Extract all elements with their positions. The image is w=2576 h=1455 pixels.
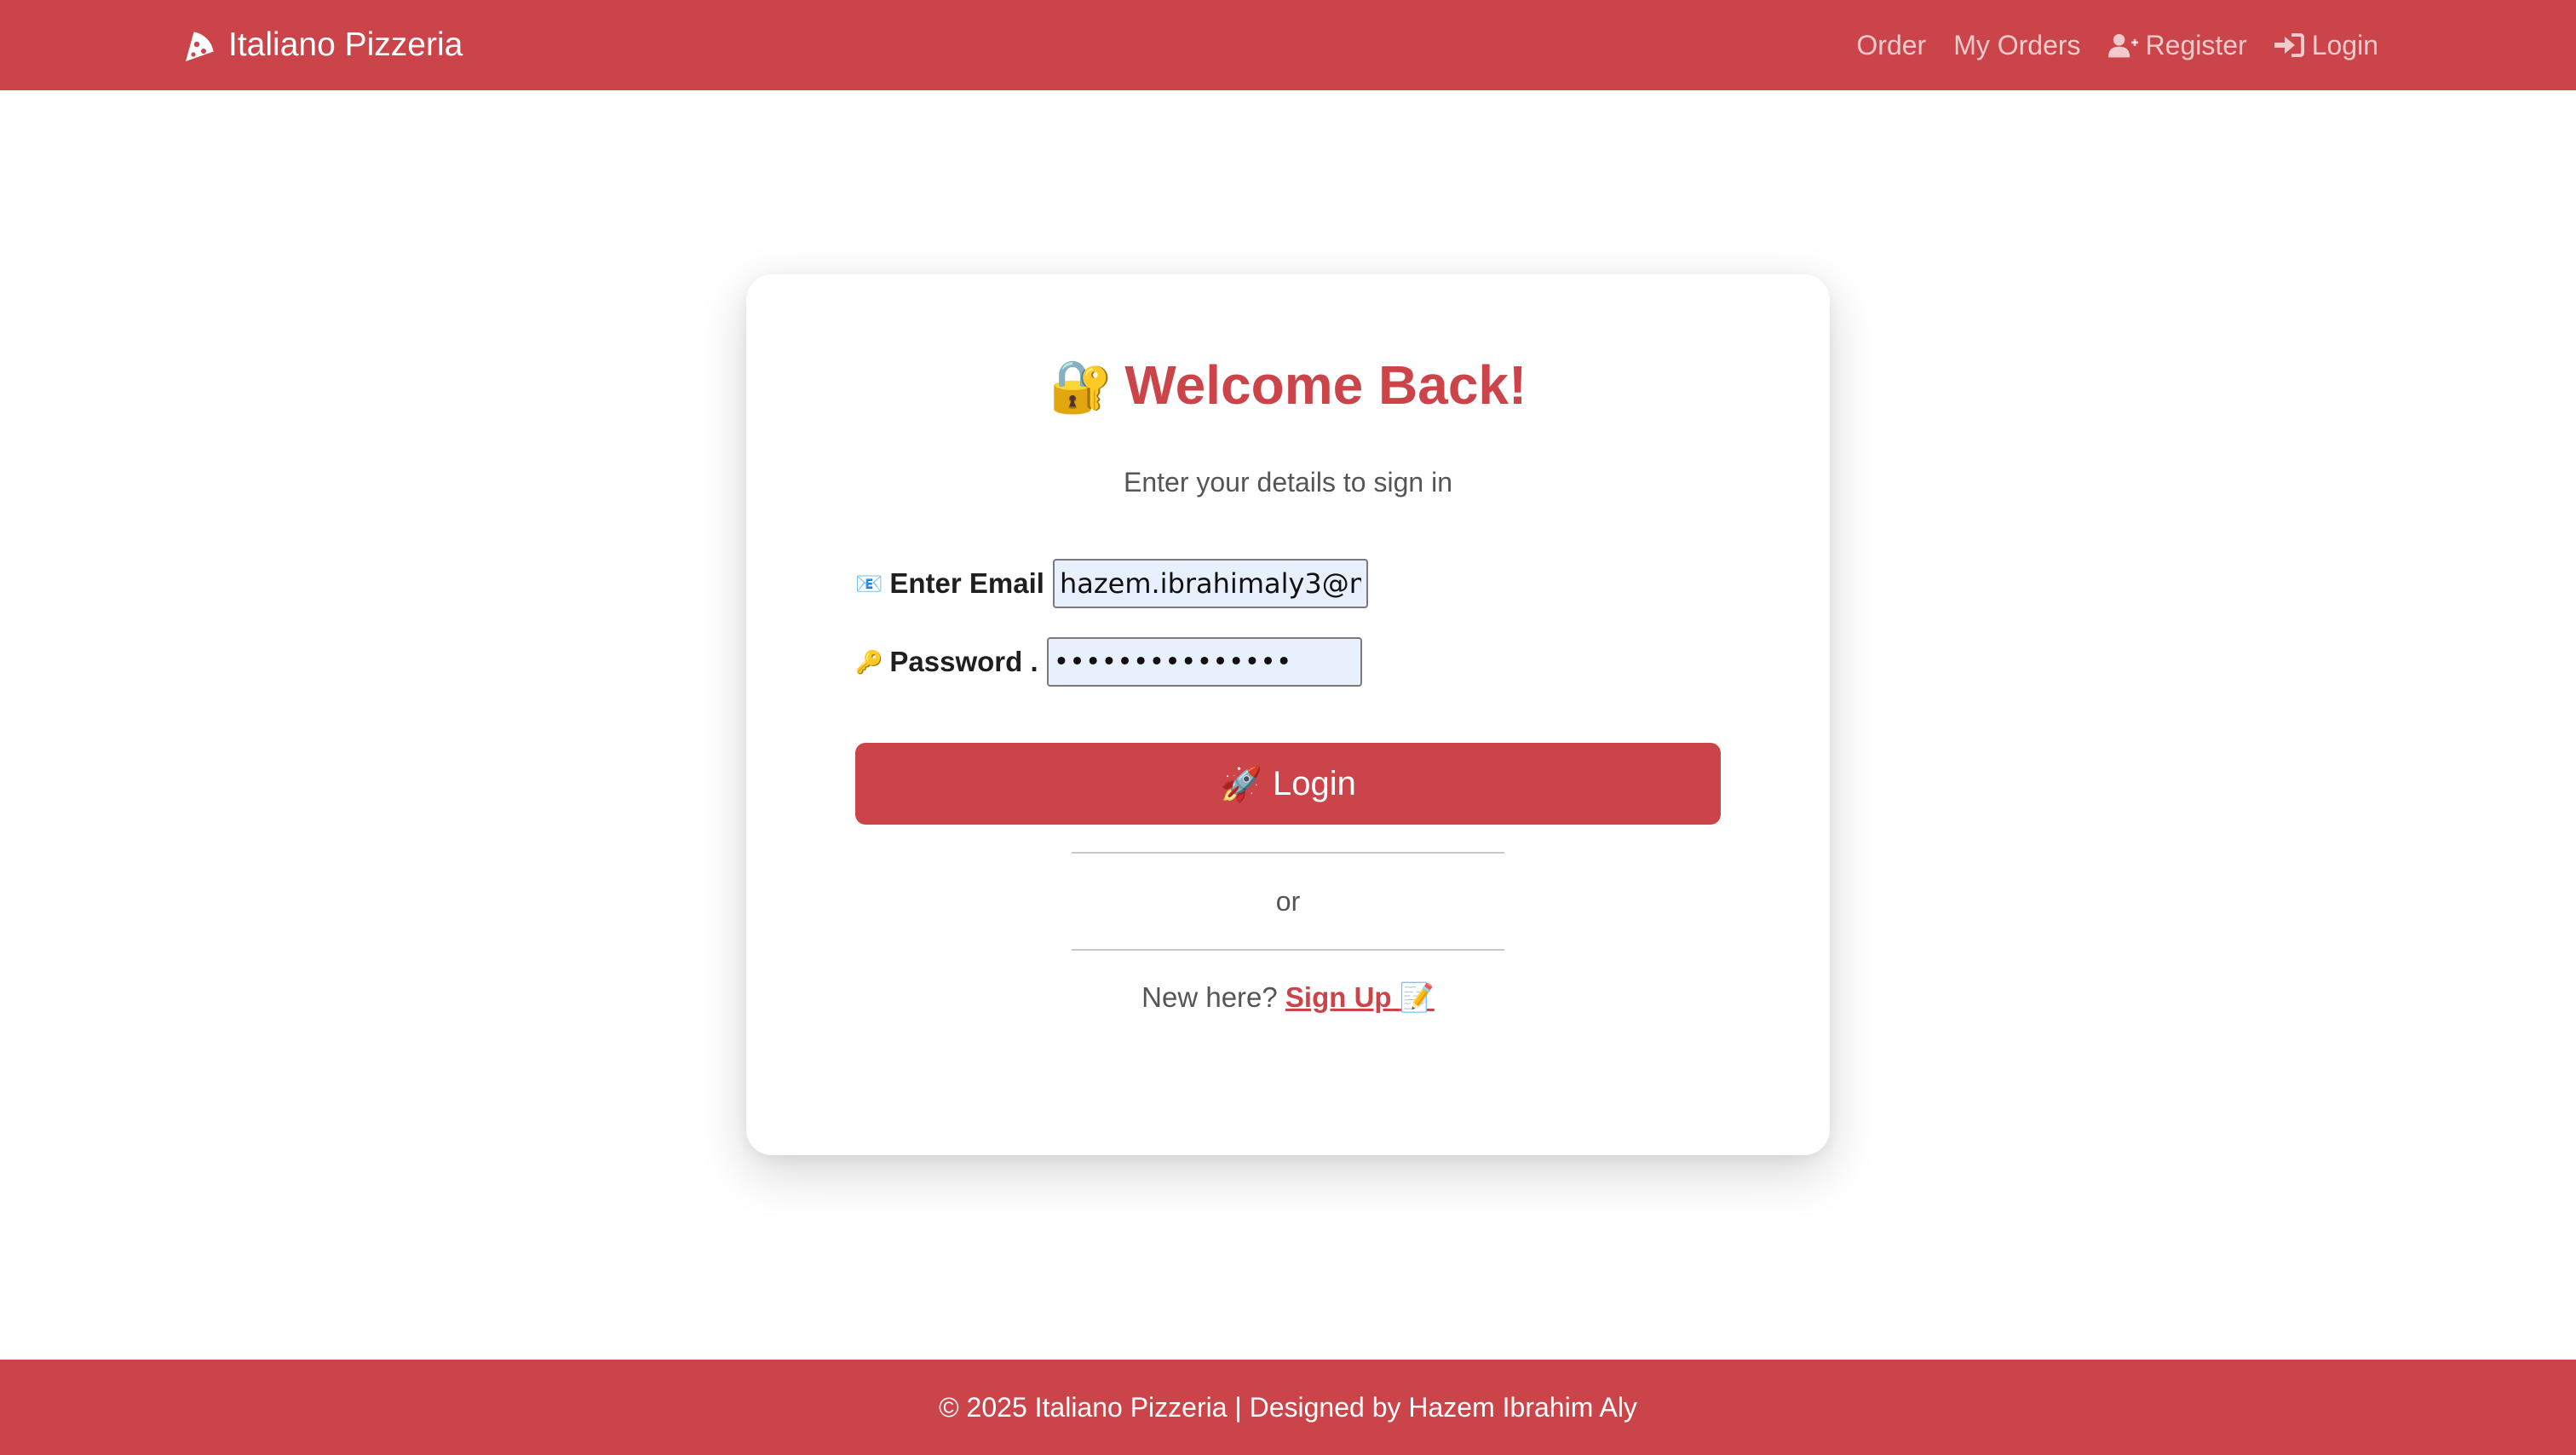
signup-link-label: Sign Up — [1285, 981, 1392, 1013]
login-button-label: Login — [1272, 764, 1356, 802]
email-row: 📧 Enter Email — [855, 559, 1368, 608]
nav-link-login[interactable]: Login — [2274, 30, 2378, 61]
email-label: Enter Email — [889, 567, 1044, 599]
password-row: 🔑 Password . — [855, 637, 1362, 687]
password-label: Password . — [889, 646, 1038, 677]
nav-link-register-label: Register — [2145, 29, 2247, 60]
login-button[interactable]: 🚀 Login — [855, 743, 1721, 825]
signup-prompt: New here? — [1141, 981, 1278, 1013]
memo-icon: 📝 — [1399, 981, 1435, 1013]
brand-link[interactable]: Italiano Pizzeria — [182, 20, 463, 70]
pizza-slice-icon — [182, 27, 218, 63]
navbar: Italiano Pizzeria Order My Orders Regist… — [0, 0, 2576, 90]
nav-link-order-label: Order — [1856, 29, 1927, 60]
user-plus-icon — [2107, 33, 2138, 58]
sign-in-icon — [2274, 33, 2304, 57]
nav-link-login-label: Login — [2311, 29, 2378, 60]
email-field[interactable] — [1052, 559, 1368, 608]
or-separator: or — [1275, 886, 1301, 917]
envelope-icon: 📧 — [855, 570, 883, 596]
divider-bottom — [1072, 949, 1504, 951]
brand-name: Italiano Pizzeria — [228, 26, 463, 63]
page-title: 🔐 Welcome Back! — [746, 358, 1830, 412]
nav-link-my-orders[interactable]: My Orders — [1953, 30, 2080, 61]
divider-top — [1072, 852, 1504, 854]
lock-icon: 🔐 — [1049, 358, 1113, 415]
nav-link-register[interactable]: Register — [2107, 29, 2247, 61]
nav-link-order[interactable]: Order — [1856, 30, 1926, 61]
key-icon: 🔑 — [855, 648, 883, 675]
login-card: 🔐 Welcome Back! Enter your details to sig… — [746, 274, 1830, 1155]
nav-links: Order My Orders Register Login — [1856, 20, 2378, 70]
subtitle: Enter your details to sign in — [1124, 467, 1452, 497]
signup-link[interactable]: Sign Up 📝 — [1285, 981, 1435, 1013]
footer: © 2025 Italiano Pizzeria | Designed by H… — [0, 1360, 2576, 1455]
password-field[interactable] — [1046, 637, 1362, 687]
nav-link-my-orders-label: My Orders — [1953, 29, 2081, 60]
signup-prompt-line: New here? Sign Up 📝 — [746, 981, 1830, 1015]
rocket-icon: 🚀 — [1220, 765, 1262, 803]
page-title-text: Welcome Back! — [1124, 354, 1527, 416]
footer-text: © 2025 Italiano Pizzeria | Designed by H… — [939, 1391, 1637, 1423]
